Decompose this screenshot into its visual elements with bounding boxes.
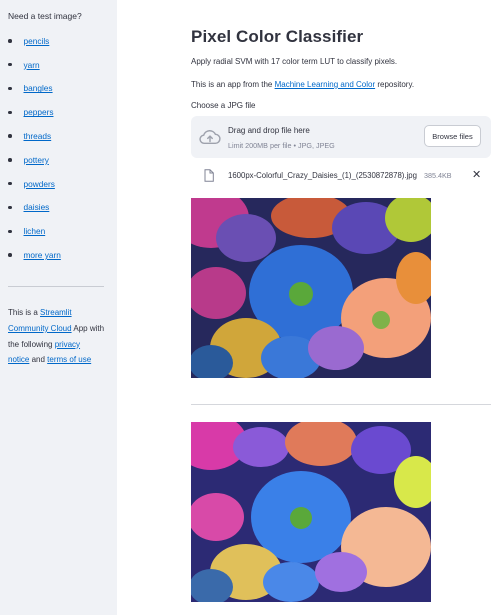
- list-item: bangles: [8, 77, 61, 101]
- sidebar-link-threads[interactable]: threads: [24, 131, 52, 141]
- terms-link[interactable]: terms of use: [47, 355, 91, 364]
- list-item: threads: [8, 124, 61, 148]
- uploaded-file-row: 1600px-Colorful_Crazy_Daisies_(1)_(25308…: [191, 166, 491, 186]
- original-image: [191, 198, 431, 378]
- list-item: lichen: [8, 219, 61, 243]
- list-item: more yarn: [8, 243, 61, 267]
- close-icon[interactable]: ✕: [472, 169, 481, 181]
- sidebar-link-lichen[interactable]: lichen: [24, 226, 46, 236]
- classified-photo: [191, 422, 431, 602]
- sidebar-divider: [8, 286, 104, 287]
- sidebar: Need a test image? pencils yarn bangles …: [0, 0, 117, 615]
- list-item: peppers: [8, 100, 61, 124]
- dropzone-title: Drag and drop file here: [228, 126, 310, 135]
- repo-note: This is an app from the Machine Learning…: [191, 80, 415, 89]
- repo-link[interactable]: Machine Learning and Color: [275, 80, 376, 89]
- daisies-photo: [191, 198, 431, 378]
- sidebar-link-bangles[interactable]: bangles: [24, 83, 53, 93]
- sidebar-footer: This is a Streamlit Community Cloud App w…: [8, 308, 105, 365]
- file-dropzone[interactable]: Drag and drop file here Limit 200MB per …: [191, 116, 491, 158]
- browse-files-button[interactable]: Browse files: [424, 125, 481, 147]
- cloud-upload-icon: [199, 130, 221, 145]
- privacy-link[interactable]: privacy: [55, 340, 80, 349]
- list-item: daisies: [8, 196, 61, 220]
- dropzone-limit: Limit 200MB per file • JPG, JPEG: [228, 141, 335, 150]
- list-item: pencils: [8, 29, 61, 53]
- sidebar-heading: Need a test image?: [8, 11, 82, 21]
- page-title: Pixel Color Classifier: [191, 27, 364, 46]
- list-item: yarn: [8, 53, 61, 77]
- streamlit-link[interactable]: Streamlit: [40, 308, 72, 317]
- list-item: pottery: [8, 148, 61, 172]
- privacy-notice-link[interactable]: notice: [8, 355, 29, 364]
- sidebar-link-peppers[interactable]: peppers: [24, 107, 54, 117]
- file-icon: [204, 169, 214, 182]
- sidebar-link-pottery[interactable]: pottery: [24, 155, 49, 165]
- classified-image: [191, 422, 431, 602]
- test-image-list: pencils yarn bangles peppers threads pot…: [8, 29, 61, 267]
- sidebar-link-more-yarn[interactable]: more yarn: [24, 250, 61, 260]
- file-name: 1600px-Colorful_Crazy_Daisies_(1)_(25308…: [228, 171, 417, 180]
- sidebar-link-yarn[interactable]: yarn: [24, 60, 40, 70]
- file-size: 385.4KB: [424, 171, 452, 180]
- list-item: powders: [8, 172, 61, 196]
- sidebar-link-daisies[interactable]: daisies: [24, 202, 50, 212]
- sidebar-link-pencils[interactable]: pencils: [24, 36, 50, 46]
- app-description: Apply radial SVM with 17 color term LUT …: [191, 57, 398, 66]
- upload-label: Choose a JPG file: [191, 101, 256, 110]
- sidebar-link-powders[interactable]: powders: [24, 179, 55, 189]
- section-divider: [191, 404, 491, 405]
- community-cloud-link[interactable]: Community Cloud: [8, 324, 72, 333]
